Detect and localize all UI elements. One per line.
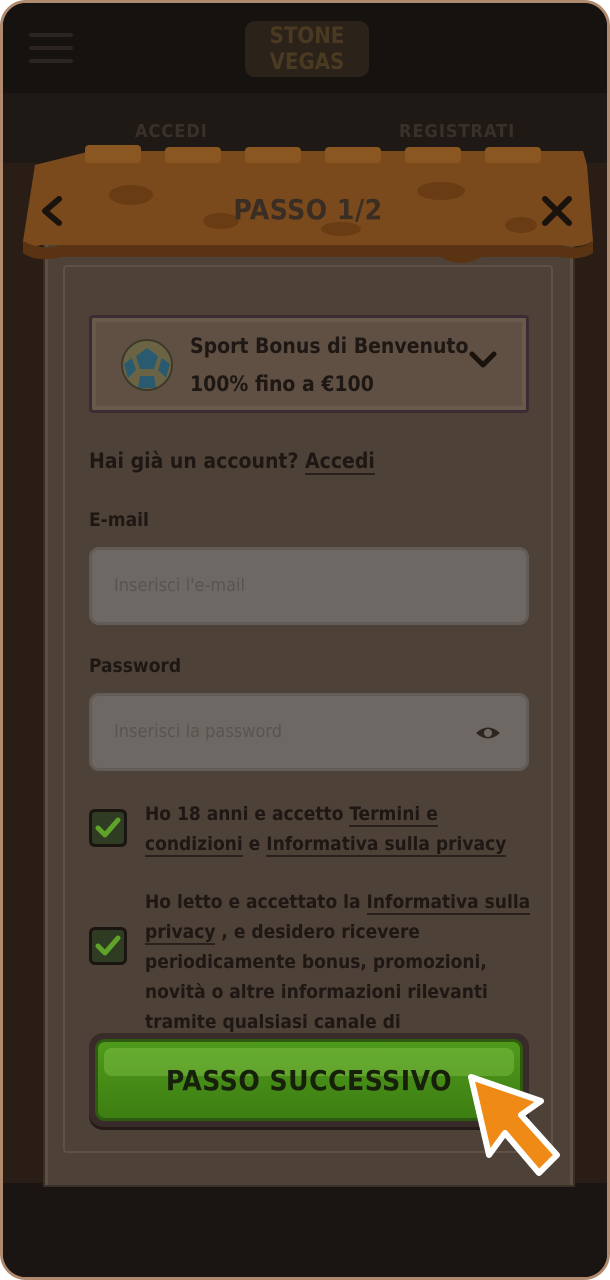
next-step-label: PASSO SUCCESSIVO [165, 1064, 453, 1097]
age-terms-checkbox[interactable] [89, 809, 127, 847]
email-placeholder: Inserisci l'e-mail [114, 575, 246, 596]
eye-icon[interactable] [474, 724, 502, 742]
chevron-down-icon [469, 351, 497, 368]
age-terms-text-mid: e [242, 833, 267, 855]
email-field[interactable]: Inserisci l'e-mail [89, 547, 529, 625]
device-frame: STONE VEGAS ACCEDI REGISTRATI PASSO 1/2 … [0, 0, 610, 1280]
age-terms-text: Ho 18 anni e accetto Termini e condizion… [145, 799, 537, 859]
privacy-link[interactable]: Informativa sulla privacy [266, 833, 507, 857]
close-icon [542, 196, 572, 226]
bonus-selector[interactable]: Sport Bonus di Benvenuto 100% fino a €10… [89, 315, 529, 413]
marketing-consent-checkbox[interactable] [89, 927, 127, 965]
bonus-subtitle: 100% fino a €100 [190, 372, 374, 396]
background-tab-register: REGISTRATI [399, 121, 516, 142]
checkmark-icon [95, 935, 121, 956]
password-placeholder: Inserisci la password [114, 721, 282, 742]
checkmark-icon [95, 817, 121, 838]
marketing-text-start: Ho letto e accettato la [145, 891, 367, 913]
modal-notch [353, 1167, 377, 1181]
menu-icon [29, 33, 73, 63]
back-button[interactable] [33, 191, 73, 231]
brand-logo: STONE VEGAS [245, 21, 369, 77]
step-title: PASSO 1/2 [233, 193, 383, 226]
background-tab-login: ACCEDI [135, 121, 208, 142]
login-link[interactable]: Accedi [305, 449, 375, 475]
login-prompt: Hai già un account? Accedi [89, 449, 375, 475]
login-prompt-text: Hai già un account? [89, 449, 299, 473]
next-step-button-frame: PASSO SUCCESSIVO [89, 1033, 529, 1127]
soccer-ball-icon [121, 339, 173, 391]
background-left-panel [3, 163, 43, 1203]
pointer-cursor-icon [468, 1074, 560, 1176]
password-field[interactable]: Inserisci la password [89, 693, 529, 771]
chevron-left-icon [42, 196, 62, 226]
background-bottom [3, 1183, 607, 1277]
close-button[interactable] [537, 191, 577, 231]
email-label: E-mail [89, 509, 149, 531]
bonus-title: Sport Bonus di Benvenuto [190, 334, 469, 358]
background-right-panel [567, 163, 607, 1203]
next-step-button[interactable]: PASSO SUCCESSIVO [95, 1039, 523, 1121]
age-terms-text-start: Ho 18 anni e accetto [145, 803, 350, 825]
password-label: Password [89, 655, 182, 677]
